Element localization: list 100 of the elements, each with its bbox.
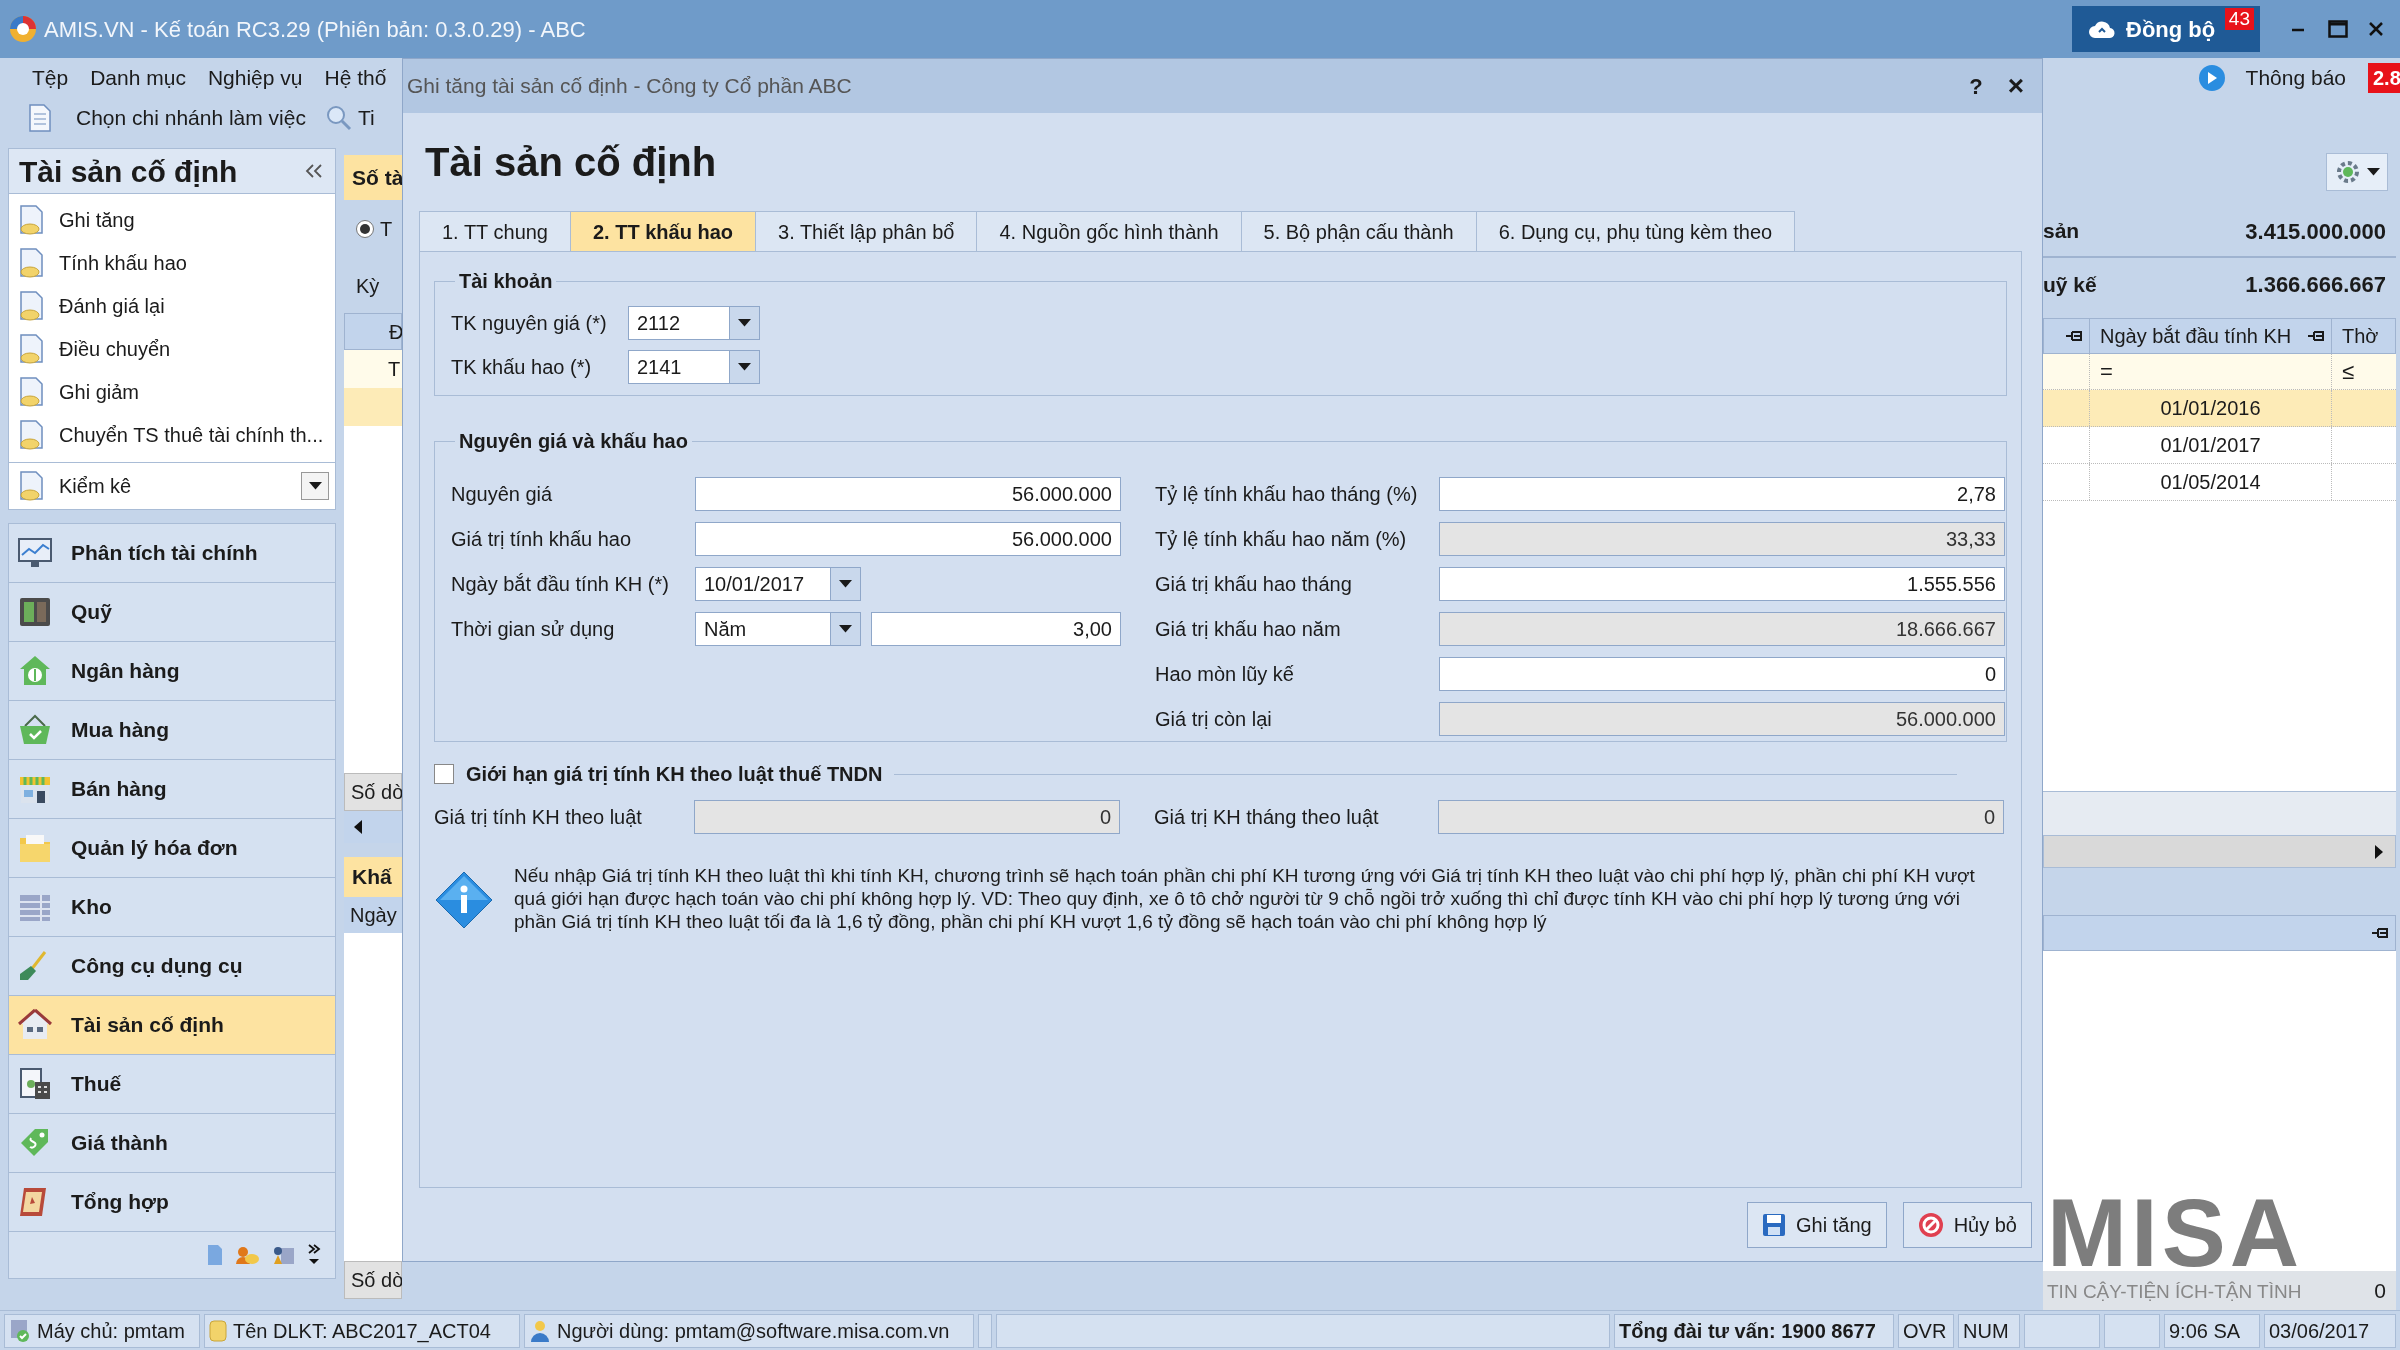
input-field[interactable]: 0 <box>694 800 1120 834</box>
module-button[interactable]: Giá thành <box>8 1113 336 1173</box>
column-header[interactable]: Thờ <box>2332 319 2395 354</box>
count-badge: 2.8 <box>2368 63 2400 93</box>
input-field[interactable]: 56.000.000 <box>1439 702 2005 736</box>
table-cell: 01/05/2014 <box>2089 463 2331 500</box>
sidebar-item[interactable]: Ghi tăng <box>59 204 135 235</box>
module-button[interactable]: Kho <box>8 877 336 937</box>
tab[interactable]: 3. Thiết lập phân bổ <box>755 211 978 251</box>
caret-icon <box>738 363 751 371</box>
logo-tagline: TIN CẬY-TIỆN ÍCH-TẬN TÌNH <box>2047 1280 2302 1304</box>
pin-icon[interactable] <box>2307 329 2325 344</box>
input-field[interactable]: 56.000.000 <box>695 522 1121 556</box>
module-button[interactable]: Tổng hợp <box>8 1172 336 1232</box>
caret-icon <box>738 319 751 327</box>
tab[interactable]: 4. Nguồn gốc hình thành <box>976 211 1242 251</box>
input-field[interactable]: 56.000.000 <box>695 477 1121 511</box>
caret-icon <box>839 580 852 588</box>
settings-button[interactable] <box>2326 152 2388 191</box>
dropdown-field[interactable]: 2141 <box>628 350 760 384</box>
column-header[interactable]: Ngày bắt đầu tính KH <box>2090 319 2332 354</box>
field-label: Giá trị còn lại <box>1155 707 1273 732</box>
module-button[interactable]: Thuế <box>8 1054 336 1114</box>
module-button[interactable]: Tài sản cố định <box>8 995 336 1055</box>
tab[interactable]: 6. Dụng cụ, phụ tùng kèm theo <box>1475 211 1796 251</box>
dropdown-field[interactable]: Năm <box>695 612 861 646</box>
save-button[interactable]: Ghi tăng <box>1747 1201 1887 1248</box>
input-field[interactable]: 2,78 <box>1439 477 2005 511</box>
column-header[interactable]: Đ <box>344 313 402 350</box>
close-button[interactable]: × <box>2004 72 2028 100</box>
module-button[interactable]: Ngân hàng <box>8 641 336 701</box>
field-label: Giá trị khấu hao năm <box>1155 617 1342 642</box>
pin-icon[interactable] <box>2371 926 2389 940</box>
module-button[interactable]: Quản lý hóa đơn <box>8 818 336 878</box>
filter-operator[interactable]: = <box>2100 355 2113 389</box>
tab[interactable]: 1. TT chung <box>419 211 571 251</box>
input-field[interactable]: 0 <box>1439 657 2005 691</box>
checkbox-label[interactable]: Giới hạn giá trị tính KH theo luật thuế TNDN <box>466 759 883 789</box>
table-row[interactable]: 01/01/2016 <box>2043 390 2396 427</box>
total-label: uỹ kế <box>2043 271 2097 298</box>
checkbox[interactable] <box>434 764 454 784</box>
document-icon <box>19 471 45 501</box>
close-icon[interactable] <box>2368 21 2384 37</box>
app-logo-icon <box>8 14 38 44</box>
dialog-heading: Tài sản cố định <box>425 139 717 186</box>
field-label: Kỳ <box>356 273 380 299</box>
module-button[interactable]: Mua hàng <box>8 700 336 760</box>
menu-item[interactable]: Danh mục <box>90 62 186 94</box>
dropdown-button[interactable] <box>301 472 329 500</box>
filter-operator[interactable]: ≤ <box>2342 355 2355 389</box>
field-label: Giá trị tính khấu hao <box>451 527 633 552</box>
sidebar-item[interactable]: Đánh giá lại <box>59 290 165 321</box>
grid-footer: Số dò <box>344 1261 402 1299</box>
module-button[interactable]: Quỹ <box>8 582 336 642</box>
maximize-icon[interactable] <box>2328 20 2348 38</box>
table-row[interactable]: 01/05/2014 <box>2043 463 2396 501</box>
count-badge: 43 <box>2224 8 2254 30</box>
sidebar-item[interactable]: Tính khấu hao <box>59 247 187 278</box>
sidebar-item[interactable]: Điều chuyển <box>59 333 171 364</box>
pin-icon[interactable] <box>2065 329 2083 344</box>
database-status: Tên DLKT: ABC2017_ACT04 <box>233 1318 491 1345</box>
input-field[interactable]: 33,33 <box>1439 522 2005 556</box>
field-label: Tỷ lệ tính khấu hao năm (%) <box>1155 527 1408 552</box>
cancel-button[interactable]: Hủy bỏ <box>1902 1201 2032 1248</box>
module-button[interactable]: Phân tích tài chính <box>8 523 336 583</box>
sidebar-item[interactable]: Ghi giảm <box>59 376 140 407</box>
sidebar-item[interactable]: Chuyển TS thuê tài chính th... <box>59 419 324 450</box>
radio-label: T <box>380 217 393 242</box>
input-field[interactable]: 1.555.556 <box>1439 567 2005 601</box>
more-icon[interactable] <box>307 1244 321 1266</box>
radio-button[interactable] <box>356 220 374 238</box>
input-field[interactable]: 18.666.667 <box>1439 612 2005 646</box>
menu-item[interactable]: Nghiệp vụ <box>207 62 303 94</box>
sync-button[interactable]: Đồng bộ 43 <box>2072 6 2260 52</box>
input-field[interactable]: 3,00 <box>871 612 1121 646</box>
tab[interactable]: 5. Bộ phận cấu thành <box>1240 211 1477 251</box>
scroll-right-icon[interactable] <box>2374 844 2383 859</box>
module-button[interactable]: Bán hàng <box>8 759 336 819</box>
tab[interactable]: 2. TT khấu hao <box>570 211 757 251</box>
dropdown-field[interactable]: 2112 <box>628 306 760 340</box>
table-row[interactable]: 01/01/2017 <box>2043 426 2396 464</box>
dropdown-field[interactable]: 10/01/2017 <box>695 567 861 601</box>
panel-tab[interactable]: Khấ <box>344 857 402 897</box>
cancel-icon <box>1917 1211 1944 1238</box>
scroll-left-icon[interactable] <box>354 820 363 834</box>
field-label: Thời gian sử dụng <box>451 617 616 642</box>
menu-item[interactable]: Tệp <box>32 62 69 94</box>
toolbar-button[interactable]: Ti <box>357 102 375 134</box>
notification-link[interactable]: Thông báo <box>2245 62 2346 94</box>
person-card-icon[interactable] <box>271 1245 295 1265</box>
field-label: Ngày bắt đầu tính KH (*) <box>451 572 670 597</box>
info-text: Nếu nhập Giá trị tính KH theo luật thì khi tính KH, chương trình sẽ hạch toán phần chi phí KH tương ứng với Giá trị tính KH theo luật vào chi phí hợp lý, phần chi phí KH vượt quá giới hạn được hạch toán vào chi phí không hợp lý. VD: Theo quy định, xe ô tô chở người từ 9 chỗ ngồi trở xuống thì chỉ được tính KH vào chi phí hợp lý tương ứng với phần Giá trị tính KH theo luật tối đa là 1,6 tỷ đồng, phần chi phí KH vượt 1,6 tỷ đồng sẽ hạch toán vào chi phí không hợp lý <box>514 864 1976 933</box>
date-status: 03/06/2017 <box>2269 1318 2370 1344</box>
module-button[interactable]: Công cụ dụng cụ <box>8 936 336 996</box>
scrollbar[interactable] <box>2043 835 2396 869</box>
toolbar-button[interactable]: Chọn chi nhánh làm việc <box>76 102 306 134</box>
help-button[interactable]: ? <box>1964 69 1988 103</box>
time-status: 9:06 SA <box>2169 1318 2241 1344</box>
input-field[interactable]: 0 <box>1438 800 2004 834</box>
menu-item[interactable]: Hệ thố <box>324 62 387 94</box>
